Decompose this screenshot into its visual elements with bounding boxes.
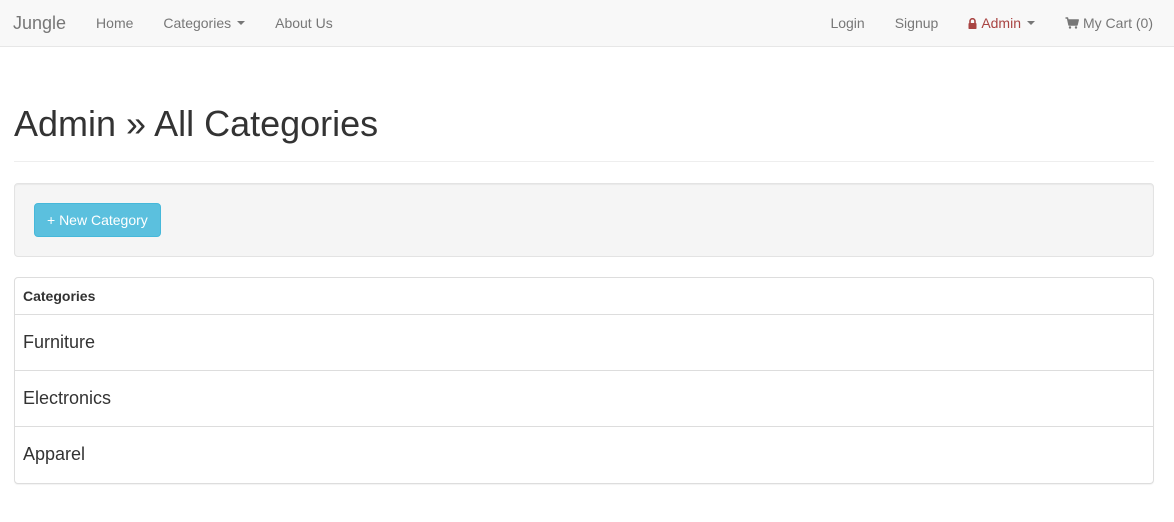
shopping-cart-icon [1065, 17, 1079, 29]
nav-categories-label: Categories [163, 14, 232, 31]
nav-categories-dropdown[interactable]: Categories [148, 0, 260, 47]
page-header: Admin » All Categories [14, 104, 1154, 162]
categories-panel-heading: Categories [15, 278, 1153, 315]
category-row[interactable]: Electronics [15, 371, 1153, 427]
nav-cart-label: My Cart (0) [1083, 14, 1153, 31]
lock-icon [968, 17, 977, 29]
page-title: Admin » All Categories [14, 103, 379, 144]
category-name: Furniture [23, 331, 96, 352]
category-name: Apparel [23, 444, 86, 465]
nav-about-link[interactable]: About Us [260, 0, 348, 47]
top-navbar: Jungle Home Categories About Us Login Si… [0, 0, 1174, 47]
caret-down-icon [237, 21, 246, 25]
nav-admin-label: Admin [981, 14, 1021, 31]
main-content: Admin » All Categories + New Category Ca… [0, 104, 1174, 484]
nav-admin-dropdown[interactable]: Admin [953, 0, 1050, 47]
caret-down-icon [1027, 21, 1035, 25]
category-row[interactable]: Apparel [15, 427, 1153, 483]
new-category-button[interactable]: + New Category [34, 202, 161, 237]
categories-panel: Categories Furniture Electronics Apparel [14, 276, 1154, 484]
category-name: Electronics [23, 387, 112, 408]
nav-cart-link[interactable]: My Cart (0) [1050, 0, 1168, 47]
toolbar-well: + New Category [14, 182, 1154, 257]
nav-signup-link[interactable]: Signup [880, 0, 954, 47]
navbar-right: Login Signup Admin My Cart (0) [815, 0, 1168, 46]
nav-login-link[interactable]: Login [815, 0, 879, 47]
category-row[interactable]: Furniture [15, 315, 1153, 371]
navbar-left: Jungle Home Categories About Us [13, 0, 348, 46]
brand-link[interactable]: Jungle [13, 0, 66, 47]
nav-home-link[interactable]: Home [81, 0, 148, 47]
